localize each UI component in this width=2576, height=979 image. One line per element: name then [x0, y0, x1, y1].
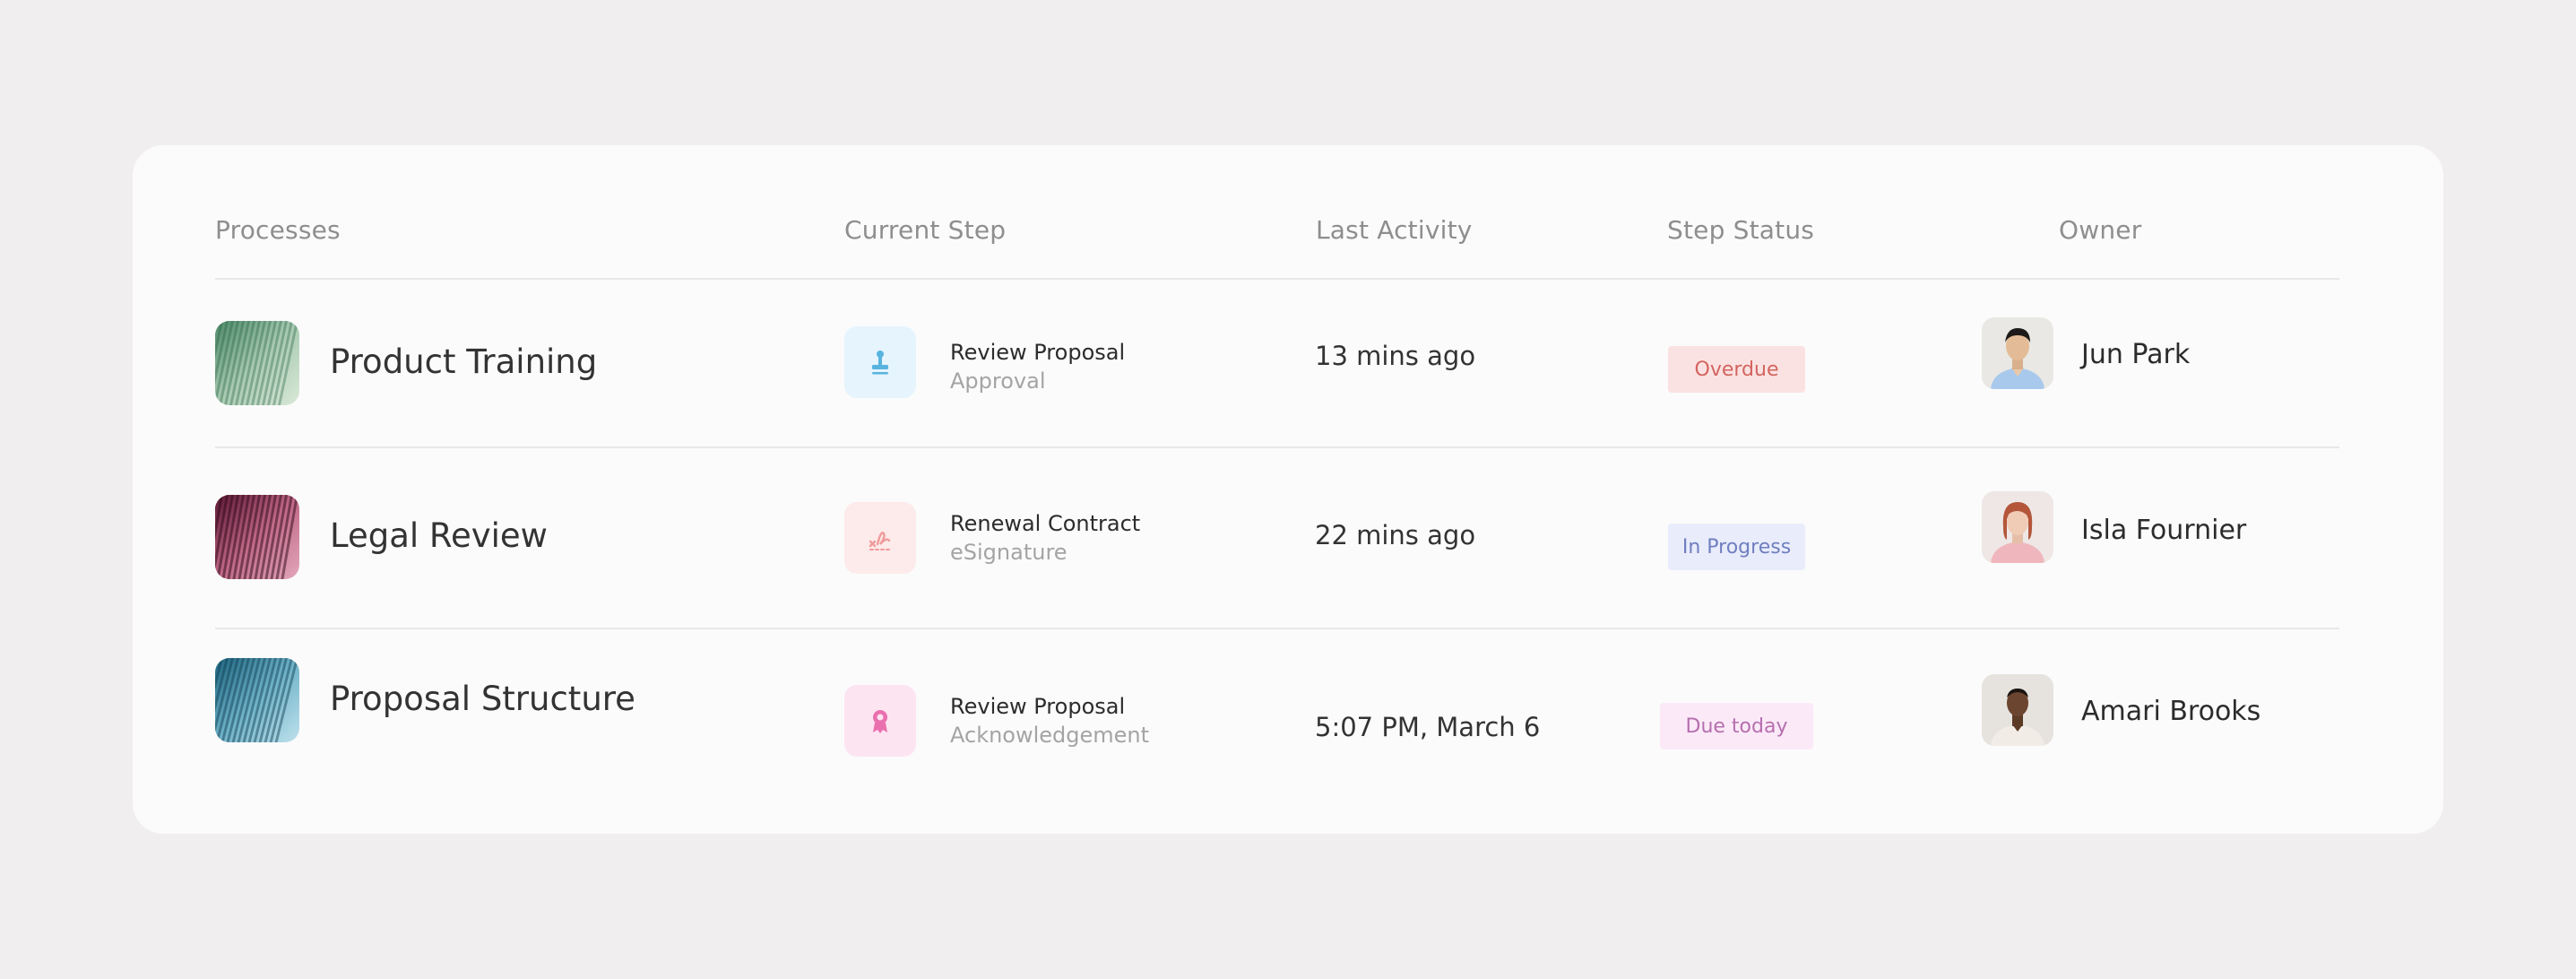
status-badge: Due today	[1660, 703, 1813, 749]
process-thumbnail	[215, 495, 299, 579]
header-last-activity[interactable]: Last Activity	[1316, 215, 1473, 245]
step-title: Review Proposal	[950, 694, 1126, 719]
process-thumbnail	[215, 658, 299, 742]
step-type: eSignature	[950, 540, 1068, 565]
header-processes[interactable]: Processes	[215, 215, 341, 245]
process-name[interactable]: Legal Review	[330, 516, 548, 555]
status-badge: Overdue	[1668, 346, 1805, 393]
process-thumbnail	[215, 321, 299, 405]
avatar	[1982, 491, 2053, 563]
last-activity: 5:07 PM, March 6	[1315, 712, 1541, 742]
status-badge: In Progress	[1668, 524, 1805, 570]
step-title: Renewal Contract	[950, 511, 1141, 536]
stamp-icon	[844, 326, 916, 398]
owner-name[interactable]: Jun Park	[2081, 339, 2190, 370]
award-ribbon-icon	[844, 685, 916, 757]
owner-name[interactable]: Isla Fournier	[2081, 515, 2246, 546]
avatar	[1982, 674, 2053, 746]
process-name[interactable]: Product Training	[330, 342, 597, 381]
signature-icon	[844, 502, 916, 574]
table-row[interactable]: Proposal Structure Review Proposal Ackno…	[133, 629, 2443, 834]
header-owner[interactable]: Owner	[2059, 215, 2141, 245]
last-activity: 13 mins ago	[1315, 341, 1476, 371]
processes-table-card: Processes Current Step Last Activity Ste…	[133, 145, 2443, 834]
header-step-status[interactable]: Step Status	[1667, 215, 1814, 245]
step-title: Review Proposal	[950, 340, 1126, 365]
owner-name[interactable]: Amari Brooks	[2081, 696, 2260, 727]
step-type: Approval	[950, 368, 1046, 394]
last-activity: 22 mins ago	[1315, 520, 1476, 550]
avatar	[1982, 317, 2053, 389]
table-row[interactable]: Product Training Review Proposal Approva…	[133, 280, 2443, 446]
table-row[interactable]: Legal Review Renewal Contract eSignature…	[133, 448, 2443, 628]
header-current-step[interactable]: Current Step	[844, 215, 1006, 245]
step-type: Acknowledgement	[950, 723, 1150, 748]
process-name[interactable]: Proposal Structure	[330, 680, 635, 718]
